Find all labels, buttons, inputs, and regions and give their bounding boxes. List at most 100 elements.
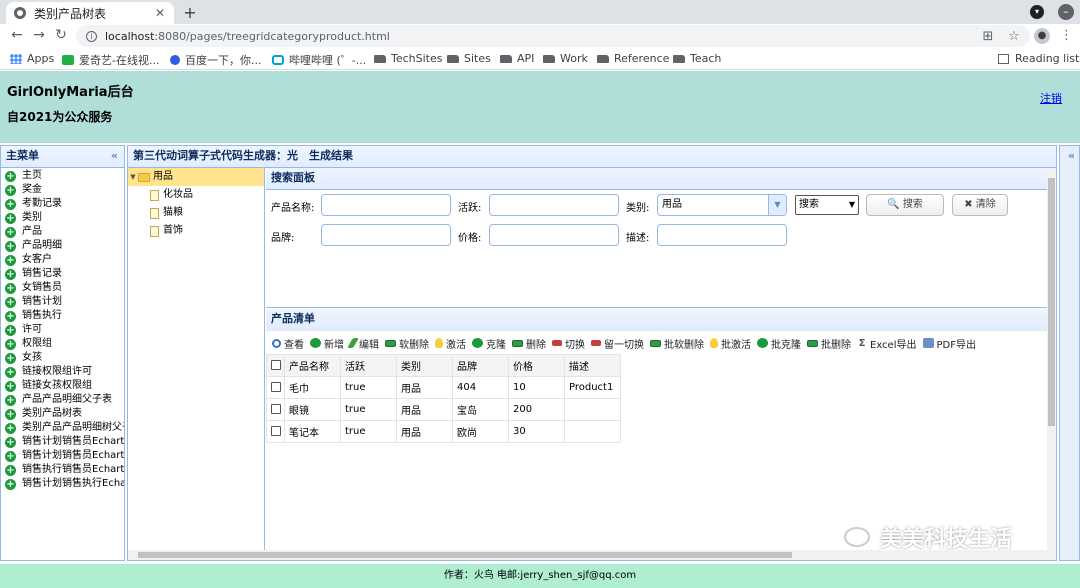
delete-button[interactable]: 删除	[512, 336, 546, 351]
profile-avatar[interactable]: ●	[1034, 28, 1050, 44]
table-row[interactable]: 眼镜 true 用品 宝岛 200	[266, 398, 621, 421]
toggle-button[interactable]: 切换	[552, 336, 585, 351]
excel-export-button[interactable]: Σ Excel导出	[857, 336, 917, 351]
menu-item[interactable]: + 产品	[1, 225, 124, 239]
tab-search-icon[interactable]: ▾	[1030, 5, 1044, 19]
pdf-export-button[interactable]: PDF导出	[922, 336, 976, 351]
main-menu-header: 主菜单 «	[1, 146, 124, 168]
scroll-thumb[interactable]	[1048, 178, 1055, 426]
menu-kebab-icon[interactable]: ⋮	[1060, 28, 1073, 43]
bookmark-baidu[interactable]: 百度一下，你...	[170, 52, 262, 68]
menu-item[interactable]: + 主页	[1, 169, 124, 183]
menu-item[interactable]: + 权限组	[1, 337, 124, 351]
clear-button[interactable]: ✖ 清除	[952, 194, 1008, 216]
menu-item[interactable]: + 女孩	[1, 351, 124, 365]
soft-delete-button[interactable]: 软删除	[385, 336, 429, 351]
bookmark-techsites[interactable]: TechSites	[374, 52, 443, 65]
active-input[interactable]	[489, 194, 619, 216]
menu-item[interactable]: + 销售计划销售员Echarts	[1, 435, 124, 449]
row-checkbox[interactable]	[271, 382, 281, 392]
row-checkbox[interactable]	[271, 404, 281, 414]
batch-delete-button[interactable]: 批删除	[807, 336, 851, 351]
batch-soft-delete-button[interactable]: 批软删除	[650, 336, 704, 351]
menu-item[interactable]: + 销售计划	[1, 295, 124, 309]
price-input[interactable]	[489, 224, 619, 246]
back-icon[interactable]: ←	[8, 27, 26, 43]
activate-button[interactable]: 激活	[435, 336, 466, 351]
add-button[interactable]: 新增	[310, 336, 344, 351]
expand-icon[interactable]: «	[1068, 149, 1075, 162]
menu-item[interactable]: + 销售计划销售员Echarts	[1, 449, 124, 463]
bookmark-iqiyi[interactable]: 爱奇艺-在线视...	[62, 52, 159, 68]
menu-item[interactable]: + 销售执行销售员Echarts	[1, 463, 124, 477]
bookmark-reference[interactable]: Reference	[597, 52, 669, 65]
pencil-icon	[347, 338, 359, 348]
menu-item[interactable]: + 女客户	[1, 253, 124, 267]
toggle-one-button[interactable]: 留一切换	[591, 336, 644, 351]
menu-item[interactable]: + 销售执行	[1, 309, 124, 323]
new-tab-button[interactable]: +	[180, 3, 200, 22]
reload-icon[interactable]: ↻	[52, 27, 70, 43]
expand-arrow-icon[interactable]: ▼	[128, 168, 138, 186]
product-name-input[interactable]	[321, 194, 451, 216]
forward-icon[interactable]: →	[30, 27, 48, 43]
menu-item[interactable]: + 类别	[1, 211, 124, 225]
east-panel-collapsed[interactable]: «	[1059, 145, 1080, 561]
bookmark-work[interactable]: Work	[543, 52, 588, 65]
column-header[interactable]: 类别	[396, 354, 453, 377]
translate-icon[interactable]: ⊞	[978, 29, 998, 44]
description-input[interactable]	[657, 224, 787, 246]
menu-item[interactable]: + 类别产品树表	[1, 407, 124, 421]
menu-item[interactable]: + 产品产品明细父子表	[1, 393, 124, 407]
bookmark-apps[interactable]: Apps	[10, 52, 54, 65]
logout-link[interactable]: 注销	[1040, 90, 1062, 106]
column-header[interactable]: 品牌	[452, 354, 509, 377]
bookmark-sites[interactable]: Sites	[447, 52, 491, 65]
row-checkbox[interactable]	[271, 426, 281, 436]
column-header[interactable]: 价格	[508, 354, 565, 377]
chevron-down-icon[interactable]: ▼	[768, 195, 786, 215]
tree-node-leaf[interactable]: 猫粮	[128, 204, 264, 222]
bookmark-teach[interactable]: Teach	[673, 52, 721, 65]
column-header[interactable]: 产品名称	[284, 354, 341, 377]
scroll-thumb[interactable]	[138, 552, 792, 558]
menu-item[interactable]: + 链接女孩权限组	[1, 379, 124, 393]
bookmark-api[interactable]: API	[500, 52, 534, 65]
batch-clone-button[interactable]: 批克隆	[757, 336, 801, 351]
browser-tab[interactable]: 类别产品树表 ✕	[6, 2, 174, 24]
table-row[interactable]: 笔记本 true 用品 欧尚 30	[266, 420, 621, 443]
brand-input[interactable]	[321, 224, 451, 246]
view-button[interactable]: 查看	[272, 336, 304, 351]
info-icon[interactable]: i	[86, 30, 97, 42]
menu-item[interactable]: + 链接权限组许可	[1, 365, 124, 379]
search-button[interactable]: 🔍 搜索	[866, 194, 944, 216]
menu-item[interactable]: + 女销售员	[1, 281, 124, 295]
menu-item[interactable]: + 考勤记录	[1, 197, 124, 211]
menu-item[interactable]: + 许可	[1, 323, 124, 337]
tree-node-folder[interactable]: ▼ 用品	[128, 168, 264, 186]
menu-item[interactable]: + 销售记录	[1, 267, 124, 281]
column-header[interactable]: 活跃	[340, 354, 397, 377]
menu-item[interactable]: + 销售计划销售执行Echa	[1, 477, 124, 491]
table-row[interactable]: 毛巾 true 用品 404 10 Product1	[266, 376, 621, 399]
column-header[interactable]: 描述	[564, 354, 621, 377]
menu-item[interactable]: + 产品明细	[1, 239, 124, 253]
close-icon[interactable]: ✕	[152, 6, 168, 20]
batch-activate-button[interactable]: 批激活	[710, 336, 751, 351]
reading-list-button[interactable]: Reading list	[998, 52, 1079, 65]
star-icon[interactable]: ☆	[1004, 29, 1024, 44]
collapse-icon[interactable]: «	[111, 146, 118, 166]
edit-button[interactable]: 编辑	[347, 336, 379, 351]
menu-item[interactable]: + 奖金	[1, 183, 124, 197]
vertical-scrollbar[interactable]	[1047, 168, 1056, 560]
category-combobox[interactable]: 用品 ▼	[657, 194, 787, 216]
search-mode-select[interactable]: 搜索 ▼	[795, 195, 859, 215]
tree-node-leaf[interactable]: 化妆品	[128, 186, 264, 204]
tree-node-leaf[interactable]: 首饰	[128, 222, 264, 240]
menu-item[interactable]: + 类别产品产品明细树父子	[1, 421, 124, 435]
address-bar[interactable]: i localhost:8080/pages/treegridcategoryp…	[76, 25, 1030, 47]
bookmark-bilibili[interactable]: 哔哩哔哩 (゜-...	[272, 52, 366, 68]
clone-button[interactable]: 克隆	[472, 336, 506, 351]
select-all-checkbox[interactable]	[271, 360, 281, 370]
minimize-icon[interactable]: –	[1058, 4, 1074, 20]
